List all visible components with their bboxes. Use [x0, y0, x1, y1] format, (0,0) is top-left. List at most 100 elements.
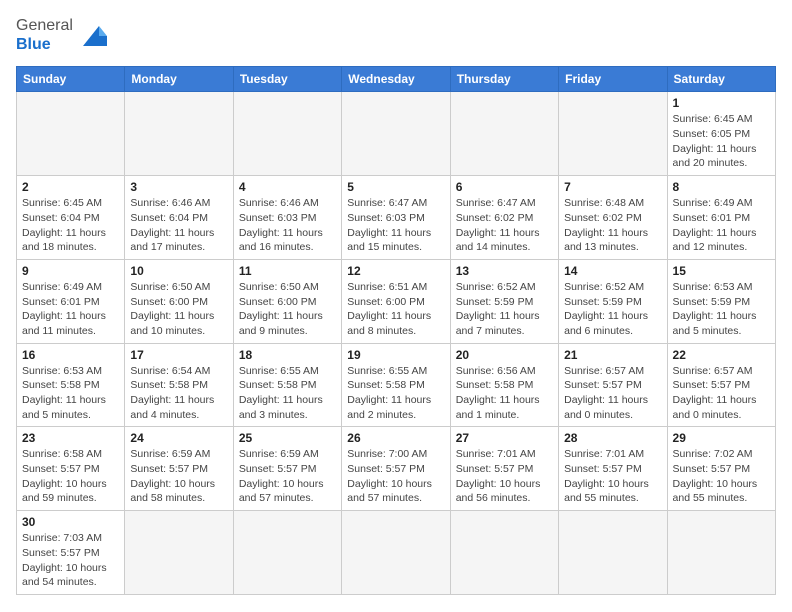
- logo-triangle-icon: [79, 22, 107, 50]
- day-info: Sunrise: 6:52 AM Sunset: 5:59 PM Dayligh…: [564, 280, 661, 339]
- day-number: 27: [456, 431, 553, 445]
- calendar-cell: [233, 511, 341, 595]
- day-info: Sunrise: 6:47 AM Sunset: 6:03 PM Dayligh…: [347, 196, 444, 255]
- logo-blue: Blue: [16, 36, 51, 53]
- calendar-cell: 27 Sunrise: 7:01 AM Sunset: 5:57 PM Dayli…: [450, 427, 558, 511]
- day-number: 9: [22, 264, 119, 278]
- day-info: Sunrise: 6:57 AM Sunset: 5:57 PM Dayligh…: [564, 364, 661, 423]
- day-number: 5: [347, 180, 444, 194]
- calendar-cell: 19 Sunrise: 6:55 AM Sunset: 5:58 PM Dayli…: [342, 343, 450, 427]
- day-number: 12: [347, 264, 444, 278]
- calendar-cell: 14 Sunrise: 6:52 AM Sunset: 5:59 PM Dayli…: [559, 259, 667, 343]
- day-info: Sunrise: 7:01 AM Sunset: 5:57 PM Dayligh…: [456, 447, 553, 506]
- calendar-cell: 25Sunrise: 6:59 AM Sunset: 5:57 PM Dayli…: [233, 427, 341, 511]
- calendar-cell: 30 Sunrise: 7:03 AM Sunset: 5:57 PM Dayli…: [17, 511, 125, 595]
- calendar-cell: 26 Sunrise: 7:00 AM Sunset: 5:57 PM Dayli…: [342, 427, 450, 511]
- day-number: 20: [456, 348, 553, 362]
- calendar-cell: 3 Sunrise: 6:46 AM Sunset: 6:04 PM Daylig…: [125, 176, 233, 260]
- calendar-cell: [233, 92, 341, 176]
- weekday-header-monday: Monday: [125, 67, 233, 92]
- day-info: Sunrise: 6:48 AM Sunset: 6:02 PM Dayligh…: [564, 196, 661, 255]
- day-info: Sunrise: 6:55 AM Sunset: 5:58 PM Dayligh…: [347, 364, 444, 423]
- day-number: 4: [239, 180, 336, 194]
- calendar-cell: 1 Sunrise: 6:45 AM Sunset: 6:05 PM Daylig…: [667, 92, 775, 176]
- calendar-cell: [450, 511, 558, 595]
- calendar-cell: 11 Sunrise: 6:50 AM Sunset: 6:00 PM Dayli…: [233, 259, 341, 343]
- day-number: 26: [347, 431, 444, 445]
- day-number: 30: [22, 515, 119, 529]
- day-number: 7: [564, 180, 661, 194]
- day-info: Sunrise: 6:54 AM Sunset: 5:58 PM Dayligh…: [130, 364, 227, 423]
- calendar-cell: 21 Sunrise: 6:57 AM Sunset: 5:57 PM Dayli…: [559, 343, 667, 427]
- calendar-cell: 7 Sunrise: 6:48 AM Sunset: 6:02 PM Daylig…: [559, 176, 667, 260]
- day-number: 25: [239, 431, 336, 445]
- day-number: 23: [22, 431, 119, 445]
- day-number: 18: [239, 348, 336, 362]
- day-number: 11: [239, 264, 336, 278]
- calendar-cell: 2 Sunrise: 6:45 AM Sunset: 6:04 PM Daylig…: [17, 176, 125, 260]
- day-number: 8: [673, 180, 770, 194]
- page-header: General Blue: [16, 16, 776, 54]
- day-info: Sunrise: 7:00 AM Sunset: 5:57 PM Dayligh…: [347, 447, 444, 506]
- weekday-header-saturday: Saturday: [667, 67, 775, 92]
- day-number: 14: [564, 264, 661, 278]
- calendar-cell: 6 Sunrise: 6:47 AM Sunset: 6:02 PM Daylig…: [450, 176, 558, 260]
- calendar-cell: 9 Sunrise: 6:49 AM Sunset: 6:01 PM Daylig…: [17, 259, 125, 343]
- day-info: Sunrise: 6:47 AM Sunset: 6:02 PM Dayligh…: [456, 196, 553, 255]
- day-number: 1: [673, 96, 770, 110]
- calendar-cell: [125, 92, 233, 176]
- day-info: Sunrise: 6:55 AM Sunset: 5:58 PM Dayligh…: [239, 364, 336, 423]
- calendar-table: SundayMondayTuesdayWednesdayThursdayFrid…: [16, 66, 776, 595]
- day-info: Sunrise: 6:56 AM Sunset: 5:58 PM Dayligh…: [456, 364, 553, 423]
- calendar-cell: 28 Sunrise: 7:01 AM Sunset: 5:57 PM Dayli…: [559, 427, 667, 511]
- calendar-cell: 13 Sunrise: 6:52 AM Sunset: 5:59 PM Dayli…: [450, 259, 558, 343]
- calendar-cell: 29Sunrise: 7:02 AM Sunset: 5:57 PM Dayli…: [667, 427, 775, 511]
- logo: General Blue: [16, 16, 107, 54]
- calendar-cell: 23 Sunrise: 6:58 AM Sunset: 5:57 PM Dayli…: [17, 427, 125, 511]
- calendar-cell: 5 Sunrise: 6:47 AM Sunset: 6:03 PM Daylig…: [342, 176, 450, 260]
- day-info: Sunrise: 6:51 AM Sunset: 6:00 PM Dayligh…: [347, 280, 444, 339]
- calendar-cell: 16 Sunrise: 6:53 AM Sunset: 5:58 PM Dayli…: [17, 343, 125, 427]
- calendar-cell: [559, 92, 667, 176]
- calendar-cell: 4Sunrise: 6:46 AM Sunset: 6:03 PM Daylig…: [233, 176, 341, 260]
- day-number: 10: [130, 264, 227, 278]
- calendar-cell: 17 Sunrise: 6:54 AM Sunset: 5:58 PM Dayli…: [125, 343, 233, 427]
- day-info: Sunrise: 6:53 AM Sunset: 5:59 PM Dayligh…: [673, 280, 770, 339]
- weekday-header-thursday: Thursday: [450, 67, 558, 92]
- calendar-cell: 22Sunrise: 6:57 AM Sunset: 5:57 PM Dayli…: [667, 343, 775, 427]
- day-info: Sunrise: 6:46 AM Sunset: 6:04 PM Dayligh…: [130, 196, 227, 255]
- calendar-cell: [450, 92, 558, 176]
- day-info: Sunrise: 6:52 AM Sunset: 5:59 PM Dayligh…: [456, 280, 553, 339]
- day-number: 21: [564, 348, 661, 362]
- day-info: Sunrise: 6:45 AM Sunset: 6:05 PM Dayligh…: [673, 112, 770, 171]
- calendar-cell: 24Sunrise: 6:59 AM Sunset: 5:57 PM Dayli…: [125, 427, 233, 511]
- day-info: Sunrise: 6:49 AM Sunset: 6:01 PM Dayligh…: [22, 280, 119, 339]
- day-info: Sunrise: 6:58 AM Sunset: 5:57 PM Dayligh…: [22, 447, 119, 506]
- weekday-header-tuesday: Tuesday: [233, 67, 341, 92]
- day-number: 16: [22, 348, 119, 362]
- calendar-cell: [667, 511, 775, 595]
- day-number: 3: [130, 180, 227, 194]
- calendar-cell: [559, 511, 667, 595]
- day-info: Sunrise: 6:53 AM Sunset: 5:58 PM Dayligh…: [22, 364, 119, 423]
- logo-general: General: [16, 17, 73, 34]
- day-number: 15: [673, 264, 770, 278]
- day-number: 17: [130, 348, 227, 362]
- calendar-cell: 12 Sunrise: 6:51 AM Sunset: 6:00 PM Dayli…: [342, 259, 450, 343]
- day-number: 19: [347, 348, 444, 362]
- day-number: 2: [22, 180, 119, 194]
- day-info: Sunrise: 6:49 AM Sunset: 6:01 PM Dayligh…: [673, 196, 770, 255]
- day-info: Sunrise: 6:45 AM Sunset: 6:04 PM Dayligh…: [22, 196, 119, 255]
- weekday-header-friday: Friday: [559, 67, 667, 92]
- day-number: 28: [564, 431, 661, 445]
- day-number: 13: [456, 264, 553, 278]
- day-info: Sunrise: 6:50 AM Sunset: 6:00 PM Dayligh…: [239, 280, 336, 339]
- logo-wordmark: General Blue: [16, 16, 73, 54]
- weekday-header-wednesday: Wednesday: [342, 67, 450, 92]
- day-number: 22: [673, 348, 770, 362]
- day-info: Sunrise: 7:03 AM Sunset: 5:57 PM Dayligh…: [22, 531, 119, 590]
- day-number: 29: [673, 431, 770, 445]
- day-info: Sunrise: 7:01 AM Sunset: 5:57 PM Dayligh…: [564, 447, 661, 506]
- day-number: 6: [456, 180, 553, 194]
- calendar-cell: [17, 92, 125, 176]
